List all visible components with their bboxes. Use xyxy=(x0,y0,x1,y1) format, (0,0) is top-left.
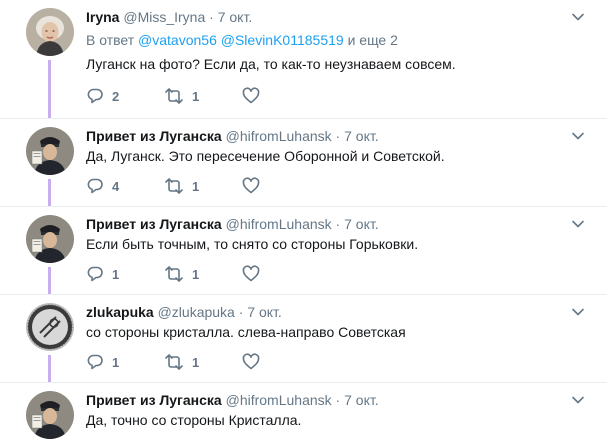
retweet-count: 1 xyxy=(192,178,200,194)
tweet[interactable]: Iryna @Miss_Iryna · 7 окт. В ответ @vata… xyxy=(0,0,607,118)
retweet-icon xyxy=(165,266,183,282)
more-options-chevron-icon[interactable] xyxy=(571,393,585,407)
avatar[interactable] xyxy=(26,127,74,175)
tweet-header: Привет из Луганска @hifromLuhansk · 7 ок… xyxy=(86,127,379,145)
tweet[interactable]: Привет из Луганска @hifromLuhansk · 7 ок… xyxy=(0,206,607,295)
heart-icon xyxy=(242,87,260,104)
like-button[interactable] xyxy=(242,87,260,105)
timestamp[interactable]: 7 окт. xyxy=(344,216,379,232)
retweet-button[interactable]: 1 xyxy=(164,353,242,371)
mention-link[interactable]: @vatavon56 xyxy=(138,32,217,48)
username[interactable]: @hifromLuhansk xyxy=(226,392,332,408)
tweet-actions: 2 1 xyxy=(86,86,260,106)
like-button[interactable] xyxy=(242,353,260,371)
heart-icon xyxy=(242,353,260,370)
separator-dot: · xyxy=(335,392,341,408)
retweet-button[interactable]: 1 xyxy=(164,265,242,283)
fullname[interactable]: zlukapuka xyxy=(86,304,154,320)
avatar[interactable] xyxy=(26,215,74,263)
tweet-header: Привет из Луганска @hifromLuhansk · 7 ок… xyxy=(86,215,379,233)
timestamp[interactable]: 7 окт. xyxy=(344,392,379,408)
retweet-icon xyxy=(165,178,183,194)
fullname[interactable]: Привет из Луганска xyxy=(86,392,222,408)
separator-dot: · xyxy=(238,304,244,320)
like-button[interactable] xyxy=(242,265,260,283)
reply-context: В ответ @vatavon56 @SlevinK01185519 и ещ… xyxy=(86,31,398,49)
reply-count: 4 xyxy=(112,178,120,194)
username[interactable]: @hifromLuhansk xyxy=(226,216,332,232)
timestamp[interactable]: 7 окт. xyxy=(247,304,282,320)
retweet-count: 1 xyxy=(192,88,200,104)
tweet-header: Привет из Луганска @hifromLuhansk · 7 ок… xyxy=(86,391,379,409)
tweet[interactable]: Привет из Луганска @hifromLuhansk · 7 ок… xyxy=(0,118,607,207)
tweet-text: Да, точно со стороны Кристалла. xyxy=(86,412,302,428)
fullname[interactable]: Iryna xyxy=(86,9,119,25)
more-options-chevron-icon[interactable] xyxy=(571,10,585,24)
thread-connector-line xyxy=(48,60,51,118)
more-options-chevron-icon[interactable] xyxy=(571,305,585,319)
separator-dot: · xyxy=(335,216,341,232)
reply-icon xyxy=(87,266,103,282)
avatar[interactable] xyxy=(26,391,74,439)
reply-button[interactable]: 1 xyxy=(86,265,164,283)
retweet-icon xyxy=(165,354,183,370)
heart-icon xyxy=(242,265,260,282)
tweet-header: Iryna @Miss_Iryna · 7 окт. xyxy=(86,8,252,26)
reply-button[interactable]: 2 xyxy=(86,87,164,105)
timestamp[interactable]: 7 окт. xyxy=(218,9,253,25)
reply-count: 1 xyxy=(112,354,120,370)
retweet-count: 1 xyxy=(192,266,200,282)
tweet[interactable]: zlukapuka @zlukapuka · 7 окт. со стороны… xyxy=(0,294,607,383)
thread-connector-line xyxy=(48,267,51,295)
more-options-chevron-icon[interactable] xyxy=(571,129,585,143)
heart-icon xyxy=(242,177,260,194)
more-options-chevron-icon[interactable] xyxy=(571,217,585,231)
retweet-button[interactable]: 1 xyxy=(164,177,242,195)
tweet-text: Если быть точным, то снято со стороны Го… xyxy=(86,236,419,252)
tweet-header: zlukapuka @zlukapuka · 7 окт. xyxy=(86,303,282,321)
fullname[interactable]: Привет из Луганска xyxy=(86,128,222,144)
like-button[interactable] xyxy=(242,177,260,195)
username[interactable]: @zlukapuka xyxy=(158,304,235,320)
avatar[interactable] xyxy=(26,303,74,351)
tweet-actions: 1 1 xyxy=(86,352,260,372)
reply-button[interactable]: 1 xyxy=(86,353,164,371)
reply-more-link[interactable]: и еще 2 xyxy=(348,32,398,48)
retweet-button[interactable]: 1 xyxy=(164,87,242,105)
username[interactable]: @Miss_Iryna xyxy=(123,9,205,25)
thread-connector-line xyxy=(48,179,51,207)
tweet[interactable]: Привет из Луганска @hifromLuhansk · 7 ок… xyxy=(0,382,607,442)
reply-icon xyxy=(87,354,103,370)
reply-count: 1 xyxy=(112,266,120,282)
timestamp[interactable]: 7 окт. xyxy=(344,128,379,144)
tweet-text: Луганск на фото? Если да, то как-то неуз… xyxy=(86,56,456,72)
username[interactable]: @hifromLuhansk xyxy=(226,128,332,144)
fullname[interactable]: Привет из Луганска xyxy=(86,216,222,232)
retweet-icon xyxy=(165,88,183,104)
thread-connector-line xyxy=(48,355,51,383)
reply-count: 2 xyxy=(112,88,120,104)
tweet-actions: 4 1 xyxy=(86,176,260,196)
retweet-count: 1 xyxy=(192,354,200,370)
tweet-actions: 1 1 xyxy=(86,264,260,284)
separator-dot: · xyxy=(209,9,214,25)
reply-icon xyxy=(87,88,103,104)
reply-prefix: В ответ xyxy=(86,32,135,48)
tweet-text: Да, Луганск. Это пересечение Оборонной и… xyxy=(86,148,445,164)
reply-icon xyxy=(87,178,103,194)
tweet-text: со стороны кристалла. слева-направо Сове… xyxy=(86,324,406,340)
separator-dot: · xyxy=(335,128,341,144)
mention-link[interactable]: @SlevinK01185519 xyxy=(221,32,344,48)
reply-button[interactable]: 4 xyxy=(86,177,164,195)
conversation-thread: Iryna @Miss_Iryna · 7 окт. В ответ @vata… xyxy=(0,0,607,442)
avatar[interactable] xyxy=(26,8,74,56)
